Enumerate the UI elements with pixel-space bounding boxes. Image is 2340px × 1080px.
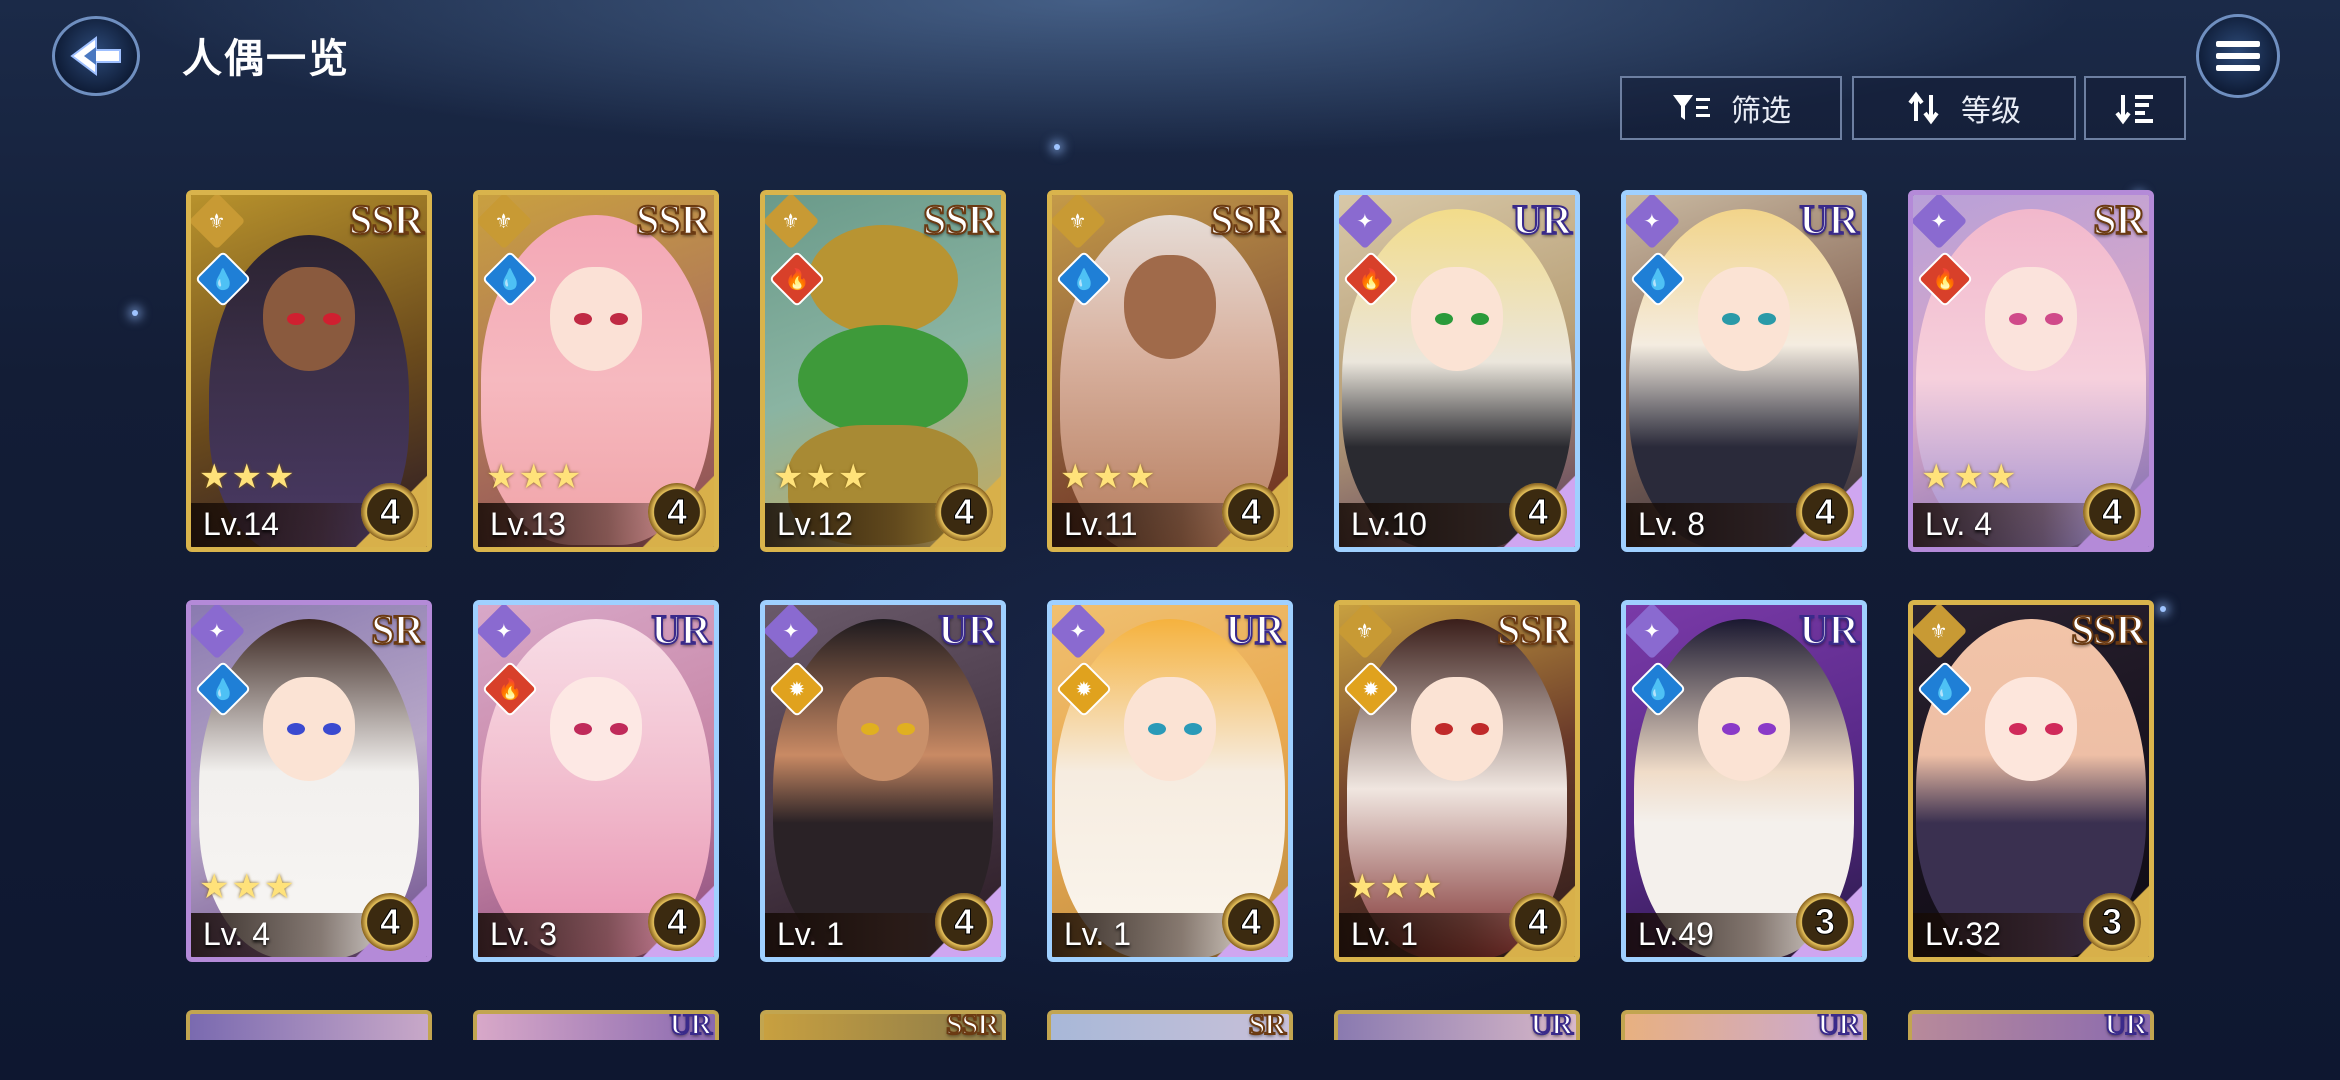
character-card[interactable]: ✦ UR 💧 Lv. 8 4 [1621, 190, 1867, 552]
rarity-label: SSR [635, 197, 712, 245]
tier-badge: 4 [1796, 483, 1854, 541]
tier-badge: 4 [1509, 483, 1567, 541]
rarity-label: SR [2092, 197, 2147, 245]
rarity-label: UR [1511, 197, 1573, 245]
back-arrow-icon [70, 36, 121, 76]
character-card[interactable]: ✦ UR 💧 Lv.49 3 [1621, 600, 1867, 962]
character-card-partial[interactable]: UR [1908, 1010, 2154, 1040]
level-label: Lv.11 [1064, 506, 1138, 542]
star-rating: ★★★ [199, 868, 297, 906]
tier-badge: 4 [2083, 483, 2141, 541]
level-label: Lv. 1 [1064, 916, 1131, 952]
rarity-label: UR [937, 607, 999, 655]
rarity-label: UR [1817, 1010, 1861, 1040]
rarity-label: UR [2104, 1010, 2148, 1040]
menu-button[interactable] [2196, 14, 2280, 98]
tier-badge: 3 [1796, 893, 1854, 951]
character-card-partial[interactable]: SR [1047, 1010, 1293, 1040]
filter-button[interactable]: 筛选 [1620, 76, 1842, 140]
star-rating: ★★★ [1921, 458, 2019, 496]
tier-badge: 3 [2083, 893, 2141, 951]
level-label: Lv. 4 [203, 916, 270, 952]
star-rating: ★★★ [773, 458, 871, 496]
level-label: Lv.14 [203, 506, 279, 542]
filter-icon [1673, 95, 1710, 120]
rarity-label: SSR [922, 197, 999, 245]
star-rating: ★★★ [486, 458, 584, 496]
character-card[interactable]: ✦ UR 🔥 Lv. 3 4 [473, 600, 719, 962]
character-card[interactable]: ⚜ SSR 💧 ★★★ Lv.14 4 [186, 190, 432, 552]
character-card-partial[interactable]: SSR [760, 1010, 1006, 1040]
tier-badge: 4 [935, 483, 993, 541]
tier-badge: 4 [648, 893, 706, 951]
level-label: Lv. 1 [777, 916, 844, 952]
hamburger-menu-icon [2216, 35, 2260, 77]
rarity-label: UR [1798, 197, 1860, 245]
rarity-label: UR [1224, 607, 1286, 655]
sparkle [1054, 144, 1060, 150]
sparkle [132, 310, 138, 316]
rarity-label: UR [650, 607, 712, 655]
sort-arrows-icon [1908, 91, 1939, 125]
level-label: Lv. 8 [1638, 506, 1705, 542]
tier-badge: 4 [935, 893, 993, 951]
tier-badge: 4 [1222, 483, 1280, 541]
tier-badge: 4 [1509, 893, 1567, 951]
character-card[interactable]: ✦ UR ✹ Lv. 1 4 [760, 600, 1006, 962]
character-card[interactable]: ✦ UR ✹ Lv. 1 4 [1047, 600, 1293, 962]
rarity-label: SSR [1496, 607, 1573, 655]
character-card[interactable]: ⚜ SSR ✹ ★★★ Lv. 1 4 [1334, 600, 1580, 962]
sparkle [2160, 606, 2166, 612]
rarity-label: UR [1798, 607, 1860, 655]
star-rating: ★★★ [199, 458, 297, 496]
rarity-label: SSR [2070, 607, 2147, 655]
sort-order-icon [2115, 95, 2153, 125]
character-card[interactable]: ⚜ SSR 💧 ★★★ Lv.13 4 [473, 190, 719, 552]
level-label: Lv.32 [1925, 916, 2001, 952]
character-card[interactable]: ✦ UR 🔥 Lv.10 4 [1334, 190, 1580, 552]
character-card[interactable]: ✦ SR 💧 ★★★ Lv. 4 4 [186, 600, 432, 962]
rarity-label: SR [1248, 1010, 1287, 1040]
tier-badge: 4 [648, 483, 706, 541]
rarity-label: UR [669, 1010, 713, 1040]
character-card[interactable]: ✦ SR 🔥 ★★★ Lv. 4 4 [1908, 190, 2154, 552]
level-label: Lv.10 [1351, 506, 1427, 542]
level-label: Lv. 1 [1351, 916, 1418, 952]
rarity-label: SR [370, 607, 425, 655]
character-card-partial[interactable]: UR [1334, 1010, 1580, 1040]
character-card-partial[interactable]: UR [473, 1010, 719, 1040]
character-card-partial[interactable]: UR [1621, 1010, 1867, 1040]
character-card[interactable]: ⚜ SSR 💧 ★★★ Lv.11 4 [1047, 190, 1293, 552]
sort-label: 等级 [1961, 95, 2021, 128]
page-title: 人偶一览 [182, 37, 350, 81]
sort-button[interactable]: 等级 [1852, 76, 2076, 140]
tier-badge: 4 [361, 893, 419, 951]
level-label: Lv. 4 [1925, 506, 1992, 542]
back-button[interactable] [52, 16, 140, 96]
level-label: Lv.49 [1638, 916, 1714, 952]
character-card-partial[interactable] [186, 1010, 432, 1040]
star-rating: ★★★ [1347, 868, 1445, 906]
level-label: Lv.13 [490, 506, 566, 542]
level-label: Lv. 3 [490, 916, 557, 952]
rarity-label: SSR [945, 1010, 1000, 1040]
character-card[interactable]: ⚜ SSR 💧 Lv.32 3 [1908, 600, 2154, 962]
star-rating: ★★★ [1060, 458, 1158, 496]
tier-badge: 4 [361, 483, 419, 541]
character-card[interactable]: ⚜ SSR 🔥 ★★★ Lv.12 4 [760, 190, 1006, 552]
sort-order-button[interactable] [2084, 76, 2186, 140]
rarity-label: UR [1530, 1010, 1574, 1040]
filter-label: 筛选 [1731, 95, 1791, 128]
level-label: Lv.12 [777, 506, 853, 542]
rarity-label: SSR [348, 197, 425, 245]
tier-badge: 4 [1222, 893, 1280, 951]
rarity-label: SSR [1209, 197, 1286, 245]
